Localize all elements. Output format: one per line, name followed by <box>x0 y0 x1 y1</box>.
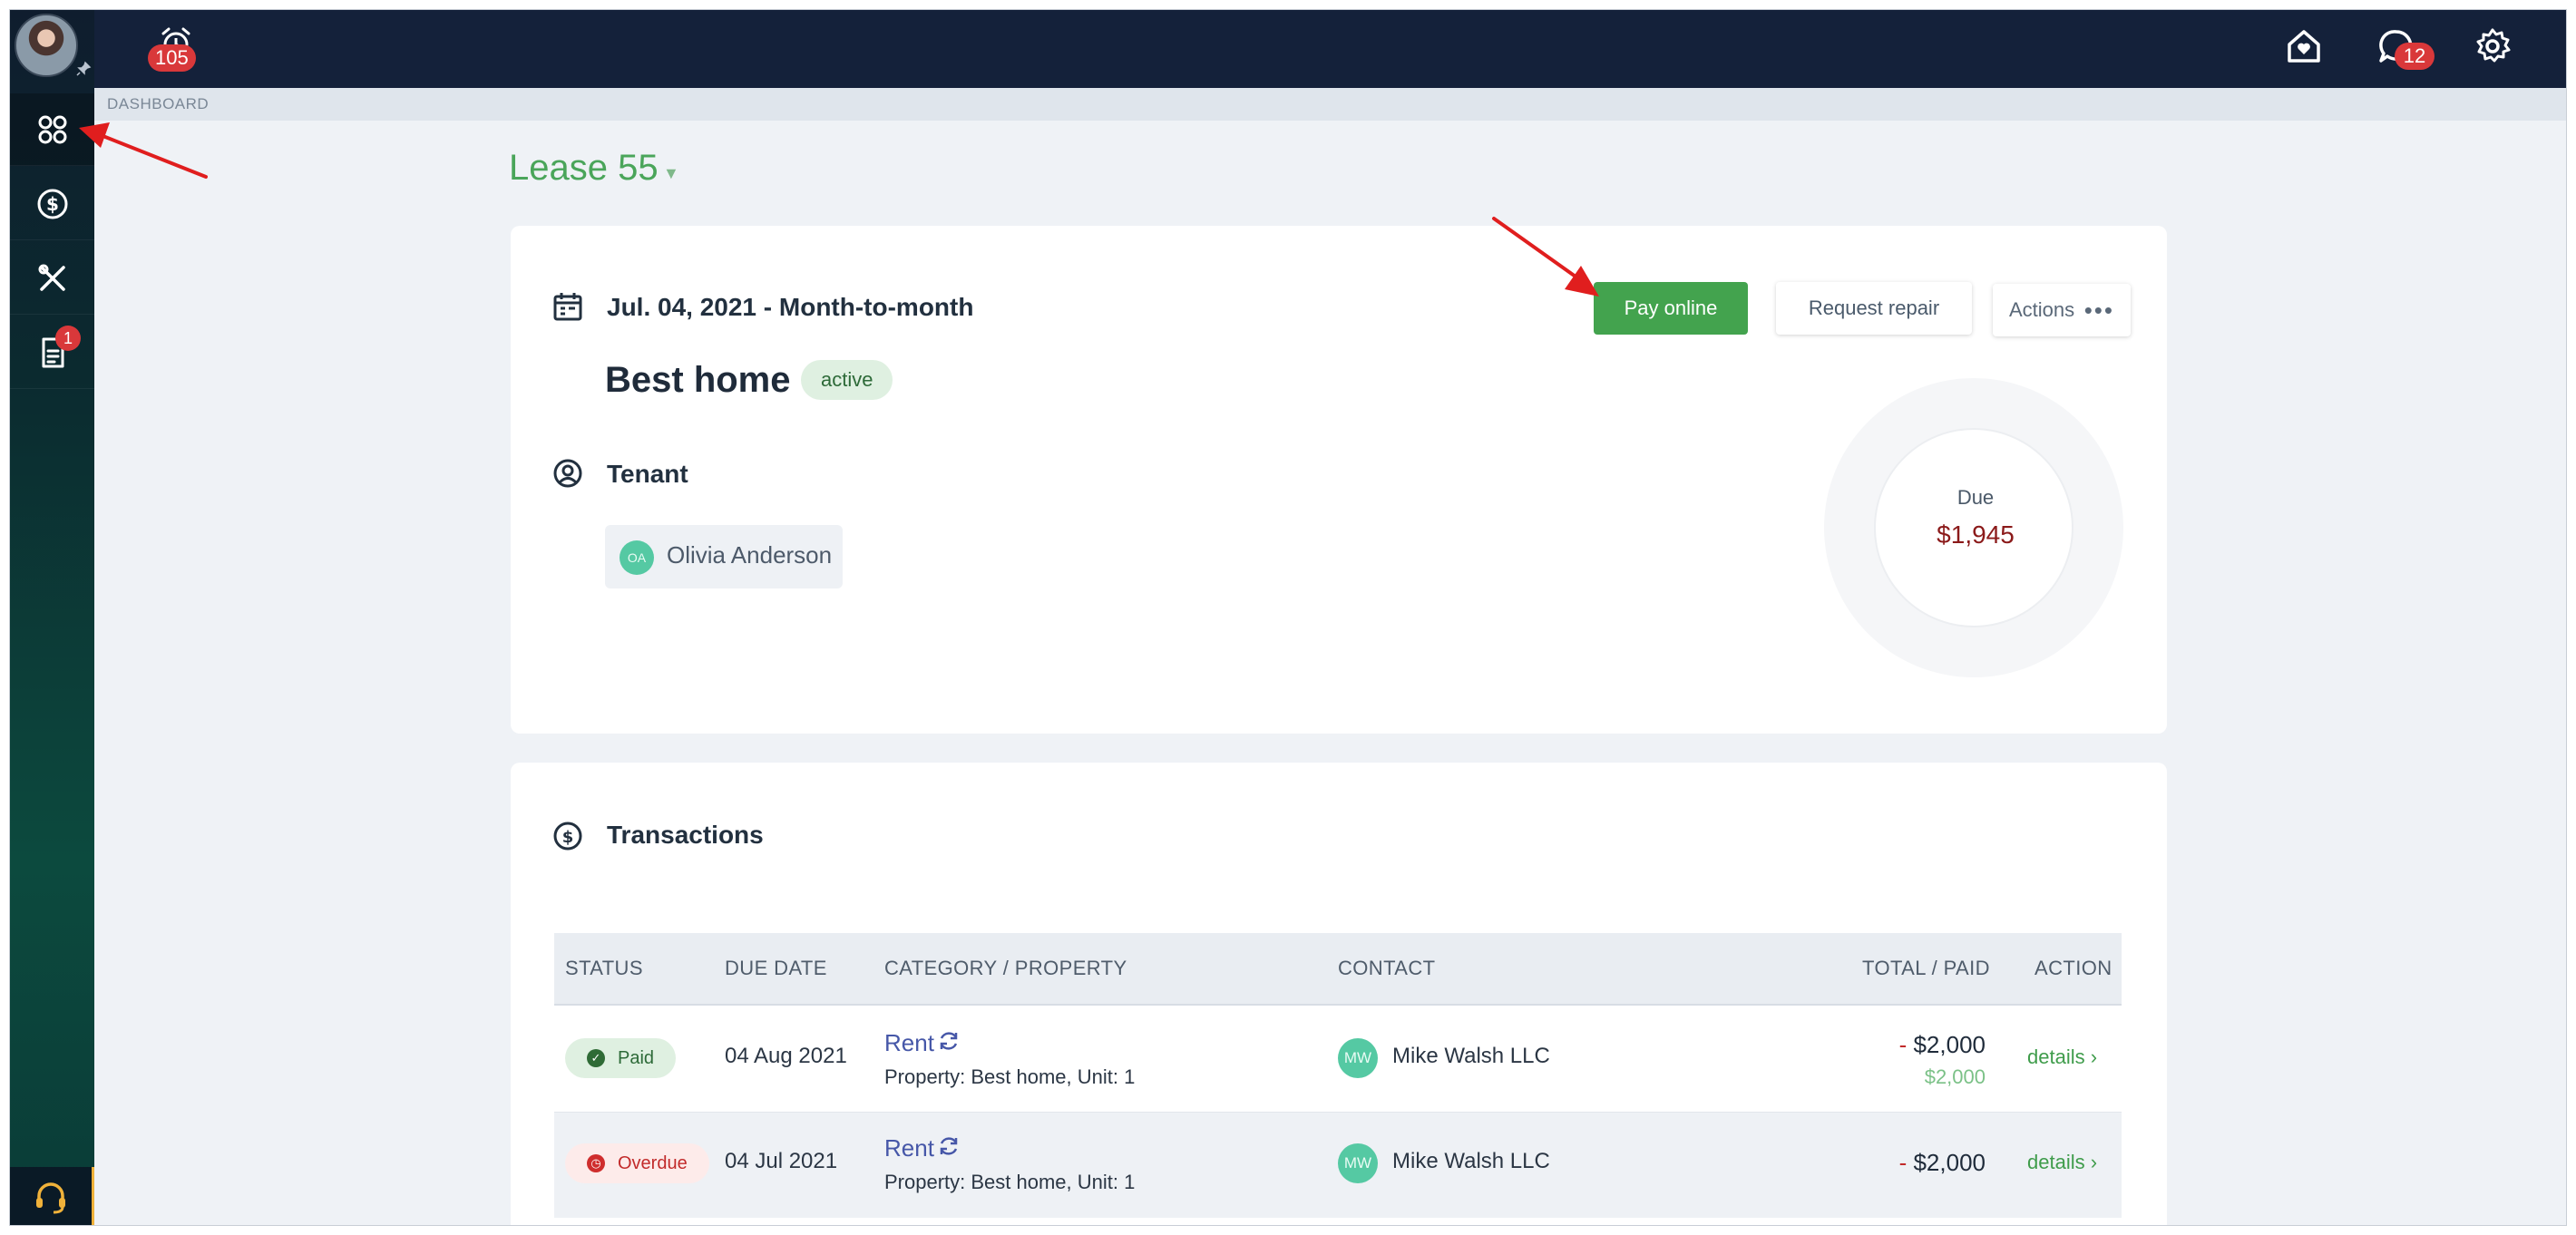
column-contact[interactable]: CONTACT <box>1338 957 1436 980</box>
status-text: Overdue <box>618 1153 688 1173</box>
due-summary: Due $1,945 <box>1874 428 2073 627</box>
column-category-property[interactable]: CATEGORY / PROPERTY <box>884 957 1127 980</box>
user-avatar[interactable] <box>15 14 78 77</box>
details-link[interactable]: details › <box>2027 1151 2097 1174</box>
user-circle-icon <box>553 459 582 488</box>
total-amount: - $2,000 <box>1899 1149 1986 1177</box>
dollar-circle-icon: $ <box>37 189 67 219</box>
table-row[interactable]: ◷ Overdue 04 Jul 2021 Rent Property: Bes… <box>554 1113 2122 1218</box>
total-value: $2,000 <box>1913 1031 1986 1058</box>
tenant-avatar: OA <box>620 540 654 575</box>
home-heart-icon[interactable] <box>2284 26 2324 66</box>
property-text: Property: Best home, Unit: 1 <box>884 1065 1136 1088</box>
support-button[interactable] <box>10 1167 94 1225</box>
total-amount: - $2,000 <box>1899 1031 1986 1059</box>
actions-label: Actions <box>2009 298 2075 321</box>
paid-amount: $2,000 <box>1924 1065 1986 1088</box>
recurring-icon <box>940 1032 958 1050</box>
lease-card: Jul. 04, 2021 - Month-to-month Best home… <box>511 226 2167 734</box>
sidebar-item-documents[interactable]: 1 <box>10 316 94 389</box>
clock-icon: ◷ <box>587 1154 605 1172</box>
lease-date-range: Jul. 04, 2021 - Month-to-month <box>607 293 974 321</box>
app-window: $ 1 105 12 DASHBOARD Lease 55 ▼ Jul. 04,… <box>9 9 2567 1226</box>
status-badge-overdue: ◷ Overdue <box>565 1143 709 1183</box>
chevron-down-icon[interactable]: ▼ <box>663 164 679 183</box>
status-badge-paid: ✓ Paid <box>565 1038 677 1078</box>
due-value: $1,945 <box>1937 520 2015 549</box>
breadcrumb[interactable]: DASHBOARD <box>107 95 209 113</box>
sidebar-item-dashboard[interactable] <box>10 93 94 166</box>
due-label: Due <box>1956 486 1995 509</box>
minus-sign: - <box>1898 1031 1914 1058</box>
more-dots-icon: ••• <box>2083 297 2114 324</box>
pin-icon[interactable] <box>75 61 92 77</box>
request-repair-button[interactable]: Request repair <box>1776 282 1972 335</box>
table-row[interactable]: ✓ Paid 04 Aug 2021 Rent Property: Best h… <box>554 1007 2122 1113</box>
alarm-badge: 105 <box>148 44 196 72</box>
status-text: Paid <box>618 1048 655 1068</box>
contact-name[interactable]: Mike Walsh LLC <box>1392 1149 1550 1174</box>
tenant-chip[interactable]: OA Olivia Anderson <box>605 525 843 588</box>
category-link[interactable]: Rent <box>884 1134 934 1162</box>
tools-icon <box>38 264 65 291</box>
documents-badge: 1 <box>55 326 81 351</box>
tenant-label: Tenant <box>607 460 688 488</box>
check-icon: ✓ <box>587 1049 605 1067</box>
svg-text:$: $ <box>562 828 574 847</box>
dollar-circle-icon: $ <box>553 822 582 851</box>
due-donut-chart: Due $1,945 <box>1824 378 2123 677</box>
sidebar-item-repairs[interactable] <box>10 242 94 315</box>
lease-title[interactable]: Lease 55 <box>509 148 659 189</box>
status-badge: active <box>801 360 893 400</box>
recurring-icon <box>940 1137 958 1155</box>
pay-online-button[interactable]: Pay online <box>1594 282 1748 335</box>
column-action: ACTION <box>2034 957 2113 979</box>
grid-icon <box>38 115 66 143</box>
table-header: STATUS DUE DATE CATEGORY / PROPERTY CONT… <box>554 933 2122 1006</box>
chat-badge: 12 <box>2395 43 2435 70</box>
details-link[interactable]: details › <box>2027 1045 2097 1069</box>
column-due-date[interactable]: DUE DATE <box>725 957 827 980</box>
category-link[interactable]: Rent <box>884 1029 934 1057</box>
column-total-paid[interactable]: TOTAL / PAID <box>1862 957 1990 980</box>
due-date: 04 Aug 2021 <box>725 1044 847 1068</box>
property-name: Best home <box>605 360 791 400</box>
transactions-title: Transactions <box>607 821 764 849</box>
breadcrumb-bar: DASHBOARD <box>94 88 2566 121</box>
total-value: $2,000 <box>1913 1149 1986 1176</box>
headset-icon <box>36 1182 65 1214</box>
contact-name[interactable]: Mike Walsh LLC <box>1392 1044 1550 1069</box>
due-date: 04 Jul 2021 <box>725 1149 838 1173</box>
gear-icon[interactable] <box>2473 26 2513 66</box>
sidebar: $ 1 <box>10 10 94 1225</box>
contact-avatar: MW <box>1338 1143 1378 1183</box>
tenant-name: Olivia Anderson <box>667 541 833 569</box>
top-bar: 105 12 <box>94 10 2566 88</box>
transactions-card: $ Transactions STATUS DUE DATE CATEGORY … <box>511 763 2167 1225</box>
contact-avatar: MW <box>1338 1038 1378 1078</box>
property-text: Property: Best home, Unit: 1 <box>884 1171 1136 1193</box>
actions-button[interactable]: Actions ••• <box>1993 284 2131 336</box>
calendar-icon <box>553 293 582 321</box>
column-status[interactable]: STATUS <box>565 957 643 980</box>
svg-text:$: $ <box>46 193 59 215</box>
minus-sign: - <box>1898 1149 1914 1176</box>
sidebar-item-payments[interactable]: $ <box>10 168 94 240</box>
